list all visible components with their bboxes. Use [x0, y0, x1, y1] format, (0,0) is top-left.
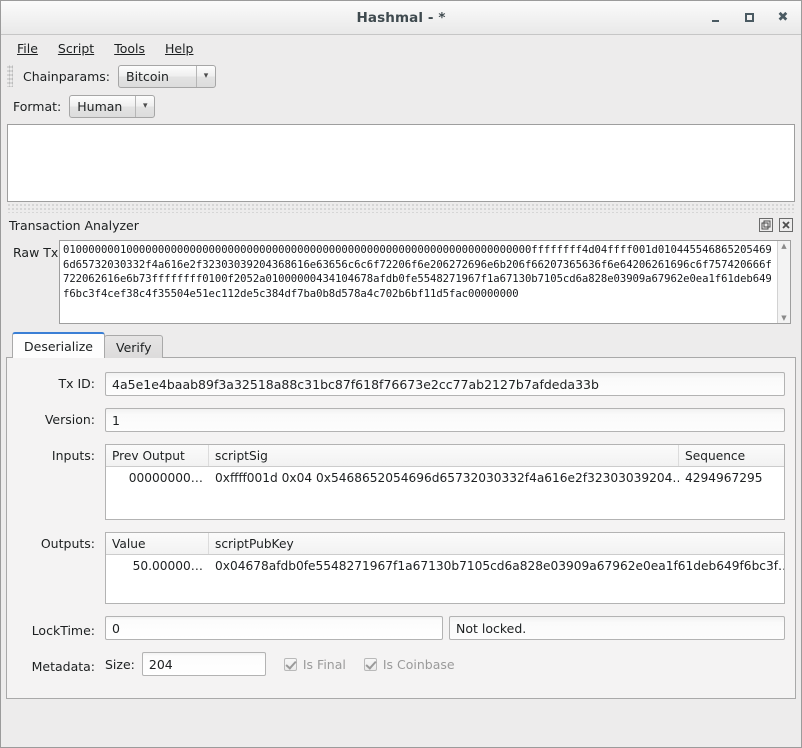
metadata-row: Metadata: Size: 204 Is Final Is Coinbase — [15, 652, 785, 676]
analyzer-tabs: Deserialize Verify Tx ID: 4a5e1e4baab89f… — [6, 332, 796, 699]
column-header-prev-output[interactable]: Prev Output — [106, 445, 209, 466]
outputs-table-header: Value scriptPubKey — [106, 533, 784, 555]
menu-file-label: File — [17, 40, 38, 56]
cell-script-sig: 0xffff001d 0x04 0x5468652054696d65732030… — [215, 470, 679, 485]
format-value: Human — [77, 98, 123, 114]
version-field[interactable]: 1 — [105, 408, 785, 432]
checkbox-icon — [283, 657, 297, 671]
chevron-down-icon: ▾ — [135, 95, 154, 117]
outputs-table[interactable]: Value scriptPubKey 50.00000… 0x04678afdb… — [105, 532, 785, 604]
dock-title-bar: Transaction Analyzer — [5, 213, 797, 238]
size-field[interactable]: 204 — [141, 652, 266, 676]
window-title: Hashmal - * — [356, 9, 446, 26]
cell-sequence: 4294967295 — [685, 470, 763, 485]
chainparams-value: Bitcoin — [126, 68, 169, 84]
raw-tx-box[interactable]: 0100000001000000000000000000000000000000… — [59, 240, 791, 324]
inputs-table-header: Prev Output scriptSig Sequence — [106, 445, 784, 467]
menu-script-label: Script — [57, 40, 95, 56]
is-final-checkbox: Is Final — [283, 656, 346, 672]
menu-item-file[interactable]: File — [9, 38, 46, 59]
column-header-sequence[interactable]: Sequence — [679, 445, 774, 466]
is-final-label: Is Final — [302, 656, 346, 672]
cell-prev-output: 00000000… — [128, 470, 203, 485]
locktime-status-field: Not locked. — [449, 616, 785, 640]
checkbox-icon — [363, 657, 377, 671]
chevron-down-icon: ▾ — [196, 65, 215, 87]
window-controls: ✖ — [705, 1, 793, 34]
scroll-up-icon[interactable]: ▲ — [781, 242, 786, 250]
raw-tx-label: Raw Tx: — [13, 245, 63, 260]
float-icon[interactable] — [758, 217, 773, 232]
table-row[interactable]: 50.00000… 0x04678afdb0fe5548271967f1a671… — [106, 555, 784, 576]
outputs-label: Outputs: — [40, 536, 95, 551]
column-header-script-sig[interactable]: scriptSig — [209, 445, 679, 466]
cell-value: 50.00000… — [132, 558, 203, 573]
central-editor-area — [1, 121, 801, 202]
scroll-down-icon[interactable]: ▼ — [781, 314, 786, 322]
close-icon[interactable]: ✖ — [773, 8, 793, 28]
column-header-value[interactable]: Value — [106, 533, 209, 554]
menu-item-script[interactable]: Script — [50, 38, 102, 59]
txid-label: Tx ID: — [58, 376, 95, 391]
txid-row: Tx ID: 4a5e1e4baab89f3a32518a88c31bc87f6… — [15, 372, 785, 396]
locktime-row: LockTime: 0 Not locked. — [15, 616, 785, 640]
tab-bar: Deserialize Verify — [6, 332, 796, 358]
version-label: Version: — [44, 412, 95, 427]
menu-tools-label: Tools — [114, 40, 145, 56]
menu-help-label: Help — [164, 40, 194, 56]
format-label: Format: — [13, 98, 62, 114]
chainparams-toolbar: Chainparams: Bitcoin ▾ — [1, 61, 801, 91]
raw-tx-input[interactable]: 0100000001000000000000000000000000000000… — [60, 241, 777, 323]
chainparams-select[interactable]: Bitcoin ▾ — [118, 64, 216, 88]
script-editor[interactable] — [7, 124, 795, 202]
table-row[interactable]: 00000000… 0xffff001d 0x04 0x546865205469… — [106, 467, 784, 488]
locktime-field[interactable]: 0 — [105, 616, 443, 640]
toolbar-drag-handle[interactable] — [7, 65, 13, 87]
raw-tx-row: Raw Tx: 01000000010000000000000000000000… — [5, 238, 797, 324]
dock-title-label: Transaction Analyzer — [9, 218, 139, 233]
txid-field[interactable]: 4a5e1e4baab89f3a32518a88c31bc87f618f7667… — [105, 372, 785, 396]
format-toolbar: Format: Human ▾ — [1, 91, 801, 121]
dock-buttons — [758, 217, 793, 232]
is-coinbase-label: Is Coinbase — [382, 656, 455, 672]
is-coinbase-checkbox: Is Coinbase — [363, 656, 455, 672]
tab-verify[interactable]: Verify — [104, 335, 164, 358]
menu-item-help[interactable]: Help — [157, 38, 202, 59]
raw-tx-scrollbar[interactable]: ▲ ▼ — [777, 241, 790, 323]
inputs-table[interactable]: Prev Output scriptSig Sequence 00000000…… — [105, 444, 785, 520]
metadata-label: Metadata: — [31, 658, 95, 674]
menu-bar: File Script Tools Help — [1, 35, 801, 61]
transaction-analyzer-dock: Transaction Analyzer Raw Tx: 01000000010… — [5, 213, 797, 324]
cell-script-pub-key: 0x04678afdb0fe5548271967f1a67130b7105cd6… — [215, 558, 784, 573]
title-bar: Hashmal - * ✖ — [1, 1, 801, 35]
deserialize-panel: Tx ID: 4a5e1e4baab89f3a32518a88c31bc87f6… — [6, 357, 796, 699]
chainparams-label: Chainparams: — [23, 68, 110, 84]
tab-deserialize[interactable]: Deserialize — [12, 332, 105, 358]
inputs-label: Inputs: — [51, 448, 95, 463]
outputs-row: Outputs: Value scriptPubKey 50.00000… 0x… — [15, 532, 785, 604]
column-header-script-pub-key[interactable]: scriptPubKey — [209, 533, 784, 554]
application-window: Hashmal - * ✖ File Script Tools Help Cha… — [0, 0, 802, 748]
menu-item-tools[interactable]: Tools — [106, 38, 153, 59]
maximize-icon[interactable] — [739, 8, 759, 28]
format-select[interactable]: Human ▾ — [69, 94, 156, 118]
splitter-handle[interactable] — [7, 204, 795, 213]
tab-deserialize-label: Deserialize — [24, 338, 93, 354]
tab-verify-label: Verify — [116, 339, 152, 355]
close-icon[interactable] — [778, 217, 793, 232]
minimize-icon[interactable] — [705, 8, 725, 28]
inputs-row: Inputs: Prev Output scriptSig Sequence 0… — [15, 444, 785, 520]
size-label: Size: — [105, 656, 135, 672]
locktime-label: LockTime: — [31, 622, 95, 638]
version-row: Version: 1 — [15, 408, 785, 432]
